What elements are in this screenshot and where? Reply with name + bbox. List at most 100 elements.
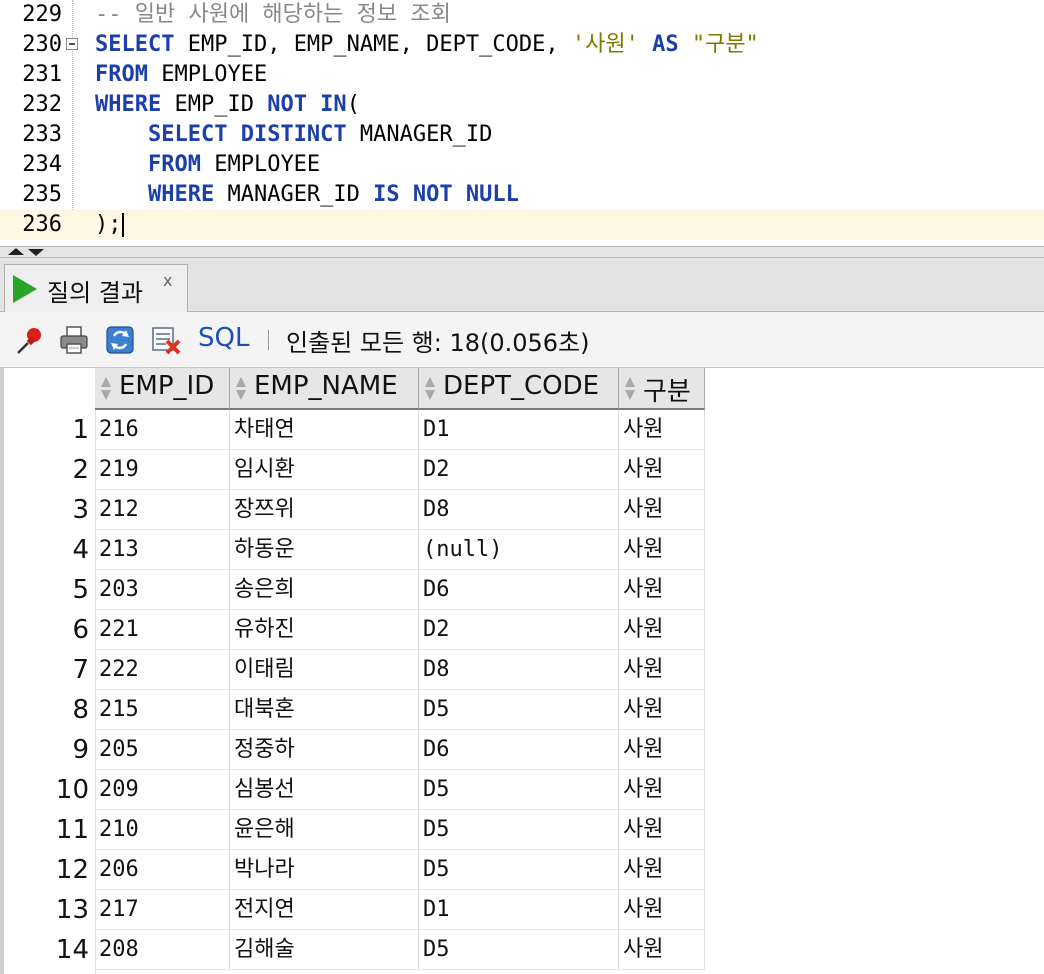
cell-emp-id[interactable]: 205 [95, 730, 230, 770]
cell-emp-id[interactable]: 217 [95, 890, 230, 930]
cell-dept-code[interactable]: D1 [419, 890, 619, 930]
tab-query-result[interactable]: 질의 결과 x [4, 264, 188, 312]
table-row[interactable]: 2 219 임시환 D2 사원 [0, 450, 1044, 490]
column-header-category[interactable]: 구분 [619, 368, 705, 410]
code-text[interactable]: FROM EMPLOYEE [95, 60, 267, 90]
sort-icon[interactable] [424, 377, 436, 401]
cell-emp-id[interactable]: 222 [95, 650, 230, 690]
cell-dept-code[interactable]: D5 [419, 850, 619, 890]
pin-icon[interactable] [14, 324, 46, 356]
cell-category[interactable]: 사원 [619, 890, 705, 930]
cell-emp-name[interactable]: 송은희 [230, 570, 419, 610]
cell-dept-code[interactable]: D6 [419, 730, 619, 770]
cell-category[interactable]: 사원 [619, 570, 705, 610]
row-number[interactable]: 8 [4, 690, 89, 730]
column-header-dept-code[interactable]: DEPT_CODE [419, 368, 619, 410]
cell-emp-name[interactable]: 차태연 [230, 410, 419, 450]
cell-emp-name[interactable]: 정중하 [230, 730, 419, 770]
cell-category[interactable]: 사원 [619, 490, 705, 530]
table-row[interactable]: 10 209 심봉선 D5 사원 [0, 770, 1044, 810]
sort-icon[interactable] [100, 377, 112, 401]
cell-emp-name[interactable]: 박나라 [230, 850, 419, 890]
cell-dept-code[interactable]: D8 [419, 490, 619, 530]
table-row[interactable]: 5 203 송은희 D6 사원 [0, 570, 1044, 610]
code-text[interactable]: -- 일반 사원에 해당하는 정보 조회 [95, 0, 451, 30]
cell-emp-id[interactable]: 208 [95, 930, 230, 970]
cell-category[interactable]: 사원 [619, 450, 705, 490]
table-row[interactable]: 9 205 정중하 D6 사원 [0, 730, 1044, 770]
results-grid[interactable]: EMP_ID EMP_NAME DEPT_CODE 구분 1 216 차태연 D1 사원… [0, 368, 1044, 974]
cell-emp-name[interactable]: 전지연 [230, 890, 419, 930]
fold-collapse-icon[interactable] [66, 38, 78, 50]
editor-line[interactable]: 232 WHERE EMP_ID NOT IN( [0, 90, 1044, 120]
cell-emp-id[interactable]: 213 [95, 530, 230, 570]
cell-emp-id[interactable]: 209 [95, 770, 230, 810]
table-row[interactable]: 4 213 하동운 (null) 사원 [0, 530, 1044, 570]
cell-category[interactable]: 사원 [619, 730, 705, 770]
cell-emp-name[interactable]: 윤은해 [230, 810, 419, 850]
table-row[interactable]: 3 212 장쯔위 D8 사원 [0, 490, 1044, 530]
cell-dept-code[interactable]: (null) [419, 530, 619, 570]
cell-emp-name[interactable]: 임시환 [230, 450, 419, 490]
cell-dept-code[interactable]: D5 [419, 930, 619, 970]
row-number[interactable]: 12 [4, 850, 89, 890]
row-number[interactable]: 9 [4, 730, 89, 770]
cell-emp-id[interactable]: 203 [95, 570, 230, 610]
cell-dept-code[interactable]: D5 [419, 810, 619, 850]
code-text[interactable]: SELECT EMP_ID, EMP_NAME, DEPT_CODE, '사원'… [95, 30, 759, 60]
row-number[interactable]: 5 [4, 570, 89, 610]
cell-category[interactable]: 사원 [619, 930, 705, 970]
row-number[interactable]: 10 [4, 770, 89, 810]
collapse-down-icon[interactable] [28, 249, 44, 256]
sql-editor[interactable]: 229 -- 일반 사원에 해당하는 정보 조회 230 SELECT EMP_ID,… [0, 0, 1044, 248]
row-number[interactable]: 11 [4, 810, 89, 850]
cell-category[interactable]: 사원 [619, 650, 705, 690]
collapse-up-icon[interactable] [8, 248, 24, 255]
row-number[interactable]: 4 [4, 530, 89, 570]
cell-emp-name[interactable]: 하동운 [230, 530, 419, 570]
code-text[interactable]: ); [95, 210, 124, 240]
editor-line[interactable]: 233 SELECT DISTINCT MANAGER_ID [0, 120, 1044, 150]
table-row[interactable]: 13 217 전지연 D1 사원 [0, 890, 1044, 930]
row-number[interactable]: 1 [4, 410, 89, 450]
code-text[interactable]: FROM EMPLOYEE [95, 150, 320, 180]
cell-category[interactable]: 사원 [619, 610, 705, 650]
export-icon[interactable] [150, 324, 182, 356]
editor-line[interactable]: 229 -- 일반 사원에 해당하는 정보 조회 [0, 0, 1044, 30]
cell-category[interactable]: 사원 [619, 770, 705, 810]
cell-emp-id[interactable]: 212 [95, 490, 230, 530]
cell-emp-name[interactable]: 유하진 [230, 610, 419, 650]
cell-emp-name[interactable]: 장쯔위 [230, 490, 419, 530]
cell-category[interactable]: 사원 [619, 690, 705, 730]
cell-dept-code[interactable]: D5 [419, 690, 619, 730]
cell-emp-id[interactable]: 215 [95, 690, 230, 730]
cell-dept-code[interactable]: D8 [419, 650, 619, 690]
code-text[interactable]: WHERE EMP_ID NOT IN( [95, 90, 360, 120]
code-text[interactable]: SELECT DISTINCT MANAGER_ID [95, 120, 492, 150]
cell-dept-code[interactable]: D2 [419, 610, 619, 650]
cell-category[interactable]: 사원 [619, 410, 705, 450]
refresh-icon[interactable] [104, 324, 136, 356]
table-row[interactable]: 11 210 윤은해 D5 사원 [0, 810, 1044, 850]
cell-emp-id[interactable]: 219 [95, 450, 230, 490]
table-row[interactable]: 7 222 이태림 D8 사원 [0, 650, 1044, 690]
editor-line[interactable]: 236); [0, 210, 1044, 240]
table-row[interactable]: 1 216 차태연 D1 사원 [0, 410, 1044, 450]
cell-dept-code[interactable]: D2 [419, 450, 619, 490]
cell-dept-code[interactable]: D5 [419, 770, 619, 810]
column-header-emp-id[interactable]: EMP_ID [95, 368, 230, 410]
editor-line[interactable]: 230 SELECT EMP_ID, EMP_NAME, DEPT_CODE, '… [0, 30, 1044, 60]
cell-emp-name[interactable]: 심봉선 [230, 770, 419, 810]
table-row[interactable]: 6 221 유하진 D2 사원 [0, 610, 1044, 650]
cell-emp-name[interactable]: 김해술 [230, 930, 419, 970]
cell-emp-name[interactable]: 대북혼 [230, 690, 419, 730]
cell-emp-name[interactable]: 이태림 [230, 650, 419, 690]
row-number[interactable]: 14 [4, 930, 89, 970]
code-text[interactable]: WHERE MANAGER_ID IS NOT NULL [95, 180, 519, 210]
close-icon[interactable]: x [163, 271, 172, 290]
cell-category[interactable]: 사원 [619, 530, 705, 570]
cell-emp-id[interactable]: 206 [95, 850, 230, 890]
row-number[interactable]: 13 [4, 890, 89, 930]
pane-splitter[interactable] [0, 246, 1044, 258]
sql-button[interactable]: SQL [198, 323, 249, 353]
